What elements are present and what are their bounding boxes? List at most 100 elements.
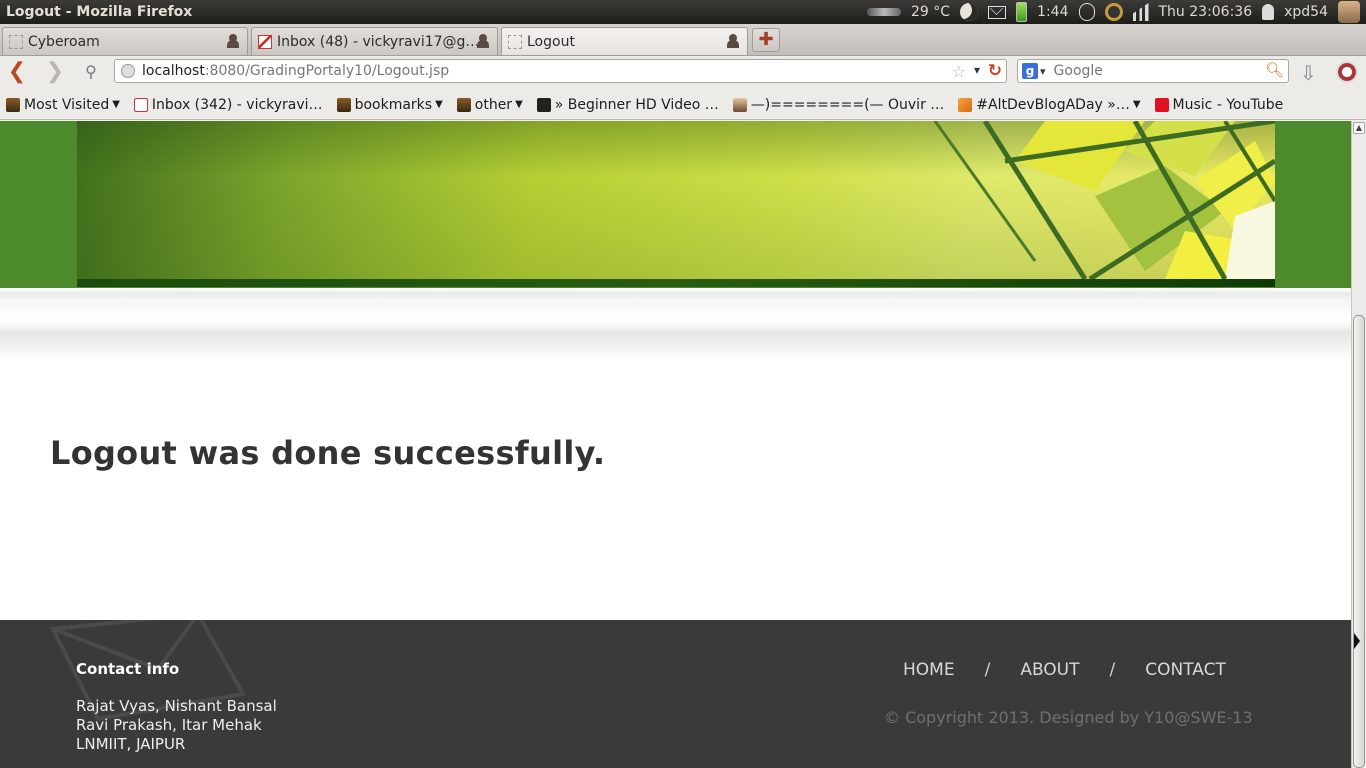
gmail-icon (258, 34, 272, 49)
gmail-icon (133, 97, 148, 112)
contact-line: Ravi Prakash, Itar Mehak (76, 716, 262, 734)
tab-close-icon[interactable] (727, 34, 739, 48)
bookmark-label: Music - YouTube (1172, 96, 1284, 113)
volume-icon[interactable] (1132, 3, 1149, 21)
chevron-down-icon: ▼ (435, 99, 443, 110)
footer-link-contact[interactable]: CONTACT (1145, 660, 1226, 680)
header-stripe (77, 279, 1275, 287)
blank-page-icon (9, 34, 23, 49)
tab-close-icon[interactable] (477, 34, 489, 48)
download-arrow-icon[interactable]: ⇩ (1300, 61, 1317, 85)
search-bar[interactable]: g ▾ Google 🔍︎ (1017, 59, 1289, 83)
youtube-icon (1154, 97, 1169, 112)
tab-bar: Cyberoam Inbox (48) - vickyravi17@g… Log… (0, 24, 1366, 56)
tab-close-icon[interactable] (227, 34, 239, 48)
new-tab-button[interactable]: ✚ (752, 28, 780, 52)
battery-time[interactable]: 1:44 (1037, 4, 1068, 20)
tab-logout[interactable]: Logout (501, 27, 748, 55)
bookmark-label: #AltDevBlogADay »… (976, 96, 1130, 113)
menu-strip (0, 288, 1351, 360)
url-host: localhost (142, 63, 205, 79)
folder-icon (456, 97, 471, 112)
contact-line: Rajat Vyas, Nishant Bansal (76, 697, 277, 715)
bookmark-folder-other[interactable]: other ▼ (456, 96, 523, 113)
bookmark-ouvir[interactable]: —)========(— Ouvir … (732, 96, 945, 113)
footer-nav: HOME / ABOUT / CONTACT (903, 660, 1226, 680)
scroll-up-arrow-icon[interactable]: ▲ (1353, 122, 1365, 134)
rss-icon (958, 97, 973, 112)
vertical-scrollbar[interactable]: ▲ (1351, 121, 1366, 768)
session-menu-icon[interactable] (1338, 1, 1360, 23)
chevron-down-icon: ▼ (1132, 99, 1141, 110)
bookmark-inbox[interactable]: Inbox (342) - vickyravi… (133, 96, 323, 113)
folder-icon (336, 97, 351, 112)
folder-icon (6, 97, 20, 112)
bookmark-label: Most Visited (24, 96, 110, 113)
contact-line: LNMIIT, JAIPUR (76, 735, 186, 753)
url-history-dropdown-icon[interactable]: ▾ (974, 63, 980, 77)
url-text[interactable]: localhost:8080/GradingPortaly10/Logout.j… (142, 63, 449, 79)
google-engine-icon[interactable]: g (1022, 63, 1038, 79)
system-top-panel: Logout - Mozilla Firefox 29 °C 1:44 Thu … (0, 0, 1366, 24)
weather-cloud-icon[interactable] (867, 8, 901, 16)
bluetooth-icon[interactable] (1078, 3, 1095, 21)
contact-info-heading: Contact info (76, 660, 180, 678)
engine-dropdown-icon[interactable]: ▾ (1040, 65, 1046, 78)
reload-icon[interactable]: ↻ (988, 61, 1002, 81)
bookmark-folder-bookmarks[interactable]: bookmarks ▼ (336, 96, 443, 113)
tab-label: Cyberoam (28, 33, 100, 50)
search-magnifier-icon[interactable]: 🔍︎ (1265, 61, 1284, 79)
face-icon (732, 97, 747, 112)
url-path: :8080/GradingPortaly10/Logout.jsp (204, 63, 450, 79)
weather-temperature[interactable]: 29 °C (911, 4, 950, 20)
bookmark-most-visited[interactable]: Most Visited ▼ (6, 97, 120, 113)
moon-icon[interactable] (960, 3, 979, 21)
bookmark-label: » Beginner HD Video … (554, 96, 719, 113)
banner-tile-pattern (933, 121, 1275, 279)
network-icon[interactable] (1104, 3, 1123, 21)
back-arrow-icon[interactable]: ❮ (4, 60, 30, 86)
mail-icon[interactable] (988, 5, 1007, 19)
bookmark-music-youtube[interactable]: Music - YouTube (1154, 96, 1284, 113)
mouse-cursor-icon (1354, 633, 1360, 649)
bookmark-label: bookmarks (354, 96, 433, 113)
addon-icon[interactable] (1336, 61, 1358, 83)
tab-label: Inbox (48) - vickyravi17@g… (277, 33, 480, 50)
chevron-down-icon: ▼ (515, 99, 523, 110)
tab-cyberoam[interactable]: Cyberoam (2, 27, 248, 55)
history-icon[interactable]: ⚲ (78, 60, 104, 86)
search-placeholder[interactable]: Google (1054, 63, 1103, 79)
url-bar[interactable]: localhost:8080/GradingPortaly10/Logout.j… (114, 59, 1007, 83)
site-icon (536, 97, 551, 112)
window-title: Logout - Mozilla Firefox (6, 4, 193, 20)
header-banner (77, 121, 1275, 279)
bookmark-label: —)========(— Ouvir … (750, 96, 945, 113)
battery-icon[interactable] (1016, 2, 1028, 22)
bookmark-label: other (474, 96, 513, 113)
forward-arrow-icon[interactable]: ❯ (42, 60, 68, 86)
bookmark-label: Inbox (342) - vickyravi… (151, 96, 323, 113)
tab-label: Logout (527, 33, 575, 50)
page-viewport: Logout was done successfully. Contact in… (0, 121, 1351, 768)
footer-link-about[interactable]: ABOUT (1020, 660, 1079, 680)
tab-inbox[interactable]: Inbox (48) - vickyravi17@g… (251, 27, 498, 55)
bookmark-beginner-hd-video[interactable]: » Beginner HD Video … (536, 96, 719, 113)
bookmark-star-icon[interactable]: ☆ (952, 62, 966, 81)
clock[interactable]: Thu 23:06:36 (1159, 4, 1253, 20)
footer-link-home[interactable]: HOME (903, 660, 955, 680)
navigation-toolbar: ❮ ❯ ⚲ localhost:8080/GradingPortaly10/Lo… (0, 56, 1366, 90)
scroll-thumb[interactable] (1353, 315, 1365, 768)
bookmark-altdevblogaday[interactable]: #AltDevBlogADay »… ▼ (958, 96, 1141, 113)
system-indicators: 29 °C 1:44 Thu 23:06:36 xpd54 (867, 0, 1366, 24)
logout-message: Logout was done successfully. (50, 434, 606, 472)
site-identity-icon[interactable] (121, 64, 135, 78)
bookmarks-toolbar: Most Visited ▼ Inbox (342) - vickyravi… … (0, 90, 1366, 120)
user-icon[interactable] (1262, 4, 1275, 20)
footer-nav-separator: / (1109, 660, 1116, 680)
user-name[interactable]: xpd54 (1284, 4, 1328, 20)
footer-nav-separator: / (984, 660, 991, 680)
blank-page-icon (508, 34, 522, 49)
chevron-down-icon: ▼ (112, 99, 120, 110)
copyright: © Copyright 2013. Designed by Y10@SWE-13 (884, 708, 1253, 727)
footer: Contact info Rajat Vyas, Nishant Bansal … (0, 620, 1351, 768)
